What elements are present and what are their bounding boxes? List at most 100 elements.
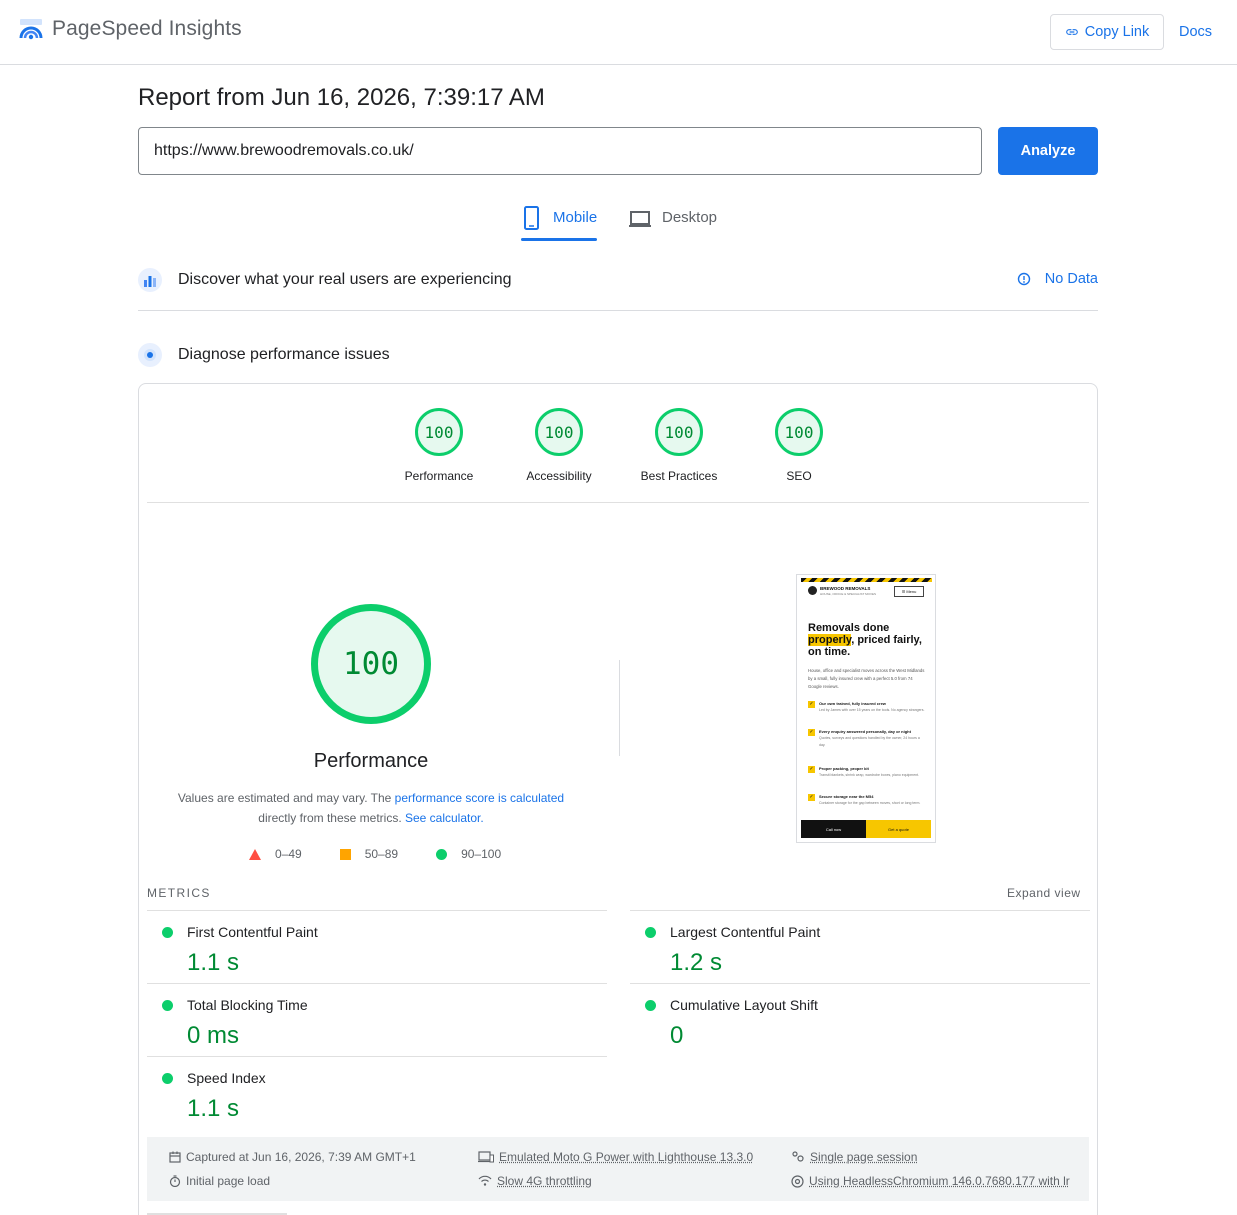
metric-value: 1.1 s — [187, 1095, 239, 1123]
metric-value: 0 ms — [187, 1022, 239, 1050]
headline-part: Removals done — [808, 622, 889, 634]
pagespeed-logo-icon — [18, 16, 44, 42]
pass-circle-icon — [645, 927, 656, 938]
check-icon: ✓ — [808, 766, 815, 773]
browser-version[interactable]: Using HeadlessChromium 146.0.7680.177 wi… — [791, 1174, 1070, 1188]
url-input[interactable] — [138, 127, 982, 175]
legend-range: 90–100 — [461, 847, 501, 861]
expand-view-toggle[interactable]: Expand view — [1007, 886, 1081, 900]
captured-text: Captured at Jun 16, 2026, 7:39 AM GMT+1 — [186, 1150, 416, 1164]
thumb-quote-button: Get a quote — [866, 820, 931, 838]
metric-value: 0 — [670, 1022, 683, 1050]
gauge-label: Performance — [379, 469, 499, 483]
pass-circle-icon — [162, 1000, 173, 1011]
devices-icon — [478, 1151, 494, 1163]
chrome-icon — [791, 1175, 804, 1188]
no-data-status[interactable]: No Data — [1017, 271, 1098, 287]
thumb-headline: Removals done properly, priced fairly, on… — [808, 622, 930, 658]
performance-note: Values are estimated and may vary. The p… — [159, 788, 583, 828]
legend-fail: 0–49 — [249, 847, 302, 861]
info-icon — [1017, 272, 1031, 286]
laptop-icon — [628, 204, 652, 232]
hazard-stripe — [801, 578, 932, 582]
section-divider — [138, 310, 1098, 311]
thumb-intro: House, office and specialist moves acros… — [808, 667, 926, 691]
emulated-device[interactable]: Emulated Moto G Power with Lighthouse 13… — [478, 1150, 753, 1164]
metric-name: First Contentful Paint — [187, 924, 318, 940]
bullet-title: Our own trained, fully insured crew — [819, 701, 886, 706]
check-icon: ✓ — [808, 729, 815, 736]
gauge-label: SEO — [739, 469, 859, 483]
performance-big-gauge: 100 — [311, 604, 431, 724]
triangle-icon — [249, 849, 261, 860]
gauge-performance[interactable]: 100 Performance — [379, 408, 499, 483]
bullet-title: Proper packing, proper kit — [819, 766, 869, 771]
stopwatch-icon — [169, 1175, 181, 1187]
initial-page-load: Initial page load — [169, 1174, 270, 1188]
metric-speed-index: Speed Index 1.1 s — [147, 1057, 607, 1129]
gauge-score: 100 — [775, 408, 823, 456]
analyze-button[interactable]: Analyze — [998, 127, 1098, 175]
session-type[interactable]: Single page session — [791, 1150, 917, 1164]
metric-lcp: Largest Contentful Paint 1.2 s — [630, 911, 1090, 983]
metrics-heading: METRICS — [147, 886, 211, 900]
score-legend: 0–49 50–89 90–100 — [249, 847, 539, 861]
see-calculator-link[interactable]: See calculator. — [405, 811, 484, 825]
gauges-divider — [147, 502, 1089, 503]
gauge-label: Best Practices — [619, 469, 739, 483]
note-text: Values are estimated and may vary. The — [178, 791, 395, 805]
initial-load-text: Initial page load — [186, 1174, 270, 1188]
category-gauges: 100 Performance 100 Accessibility 100 Be… — [139, 384, 1097, 502]
gauge-score: 100 — [655, 408, 703, 456]
lighthouse-icon — [138, 343, 162, 367]
pass-circle-icon — [645, 1000, 656, 1011]
metric-cls: Cumulative Layout Shift 0 — [630, 984, 1090, 1056]
final-screenshot: BREWOOD REMOVALS HOUSE, OFFICE & SPECIAL… — [796, 574, 936, 843]
legend-range: 50–89 — [365, 847, 398, 861]
throttling-text: Slow 4G throttling — [497, 1174, 592, 1188]
bullet-title: Secure storage near the M54 — [819, 794, 873, 799]
thumb-call-button: Call now — [801, 820, 866, 838]
score-calculated-link[interactable]: performance score is calculated — [395, 791, 564, 805]
metric-tbt: Total Blocking Time 0 ms — [147, 984, 607, 1056]
brand[interactable]: PageSpeed Insights — [18, 16, 242, 42]
gauge-score: 100 — [415, 408, 463, 456]
gauge-best-practices[interactable]: 100 Best Practices — [619, 408, 739, 483]
tab-mobile-label: Mobile — [553, 204, 597, 232]
check-icon: ✓ — [808, 794, 815, 801]
field-data-title: Discover what your real users are experi… — [178, 271, 511, 289]
wifi-icon — [478, 1175, 492, 1187]
bullet-desc: Container storage for the gap between mo… — [819, 800, 925, 807]
network-throttling[interactable]: Slow 4G throttling — [478, 1174, 592, 1188]
performance-title: Performance — [259, 750, 483, 773]
runtime-settings: Captured at Jun 16, 2026, 7:39 AM GMT+1 … — [147, 1137, 1089, 1201]
tab-desktop-label: Desktop — [662, 204, 717, 232]
legend-pass: 90–100 — [436, 847, 501, 861]
vertical-separator — [619, 660, 620, 756]
app-title: PageSpeed Insights — [52, 17, 242, 41]
tab-desktop[interactable]: Desktop — [628, 204, 717, 240]
metric-value: 1.1 s — [187, 949, 239, 977]
gauge-seo[interactable]: 100 SEO — [739, 408, 859, 483]
thumb-brand-sub: HOUSE, OFFICE & SPECIALIST MOVES — [820, 592, 876, 596]
gauge-score: 100 — [535, 408, 583, 456]
bullet-desc: Transit blankets, shrink wrap, wardrobe … — [819, 772, 925, 779]
bullet-desc: Quotes, surveys and questions handled by… — [819, 735, 925, 749]
bullet-desc: Led by James with over 15 years on the t… — [819, 707, 925, 714]
copy-link-button[interactable]: Copy Link — [1050, 14, 1164, 50]
tab-mobile[interactable]: Mobile — [521, 204, 597, 240]
metric-fcp: First Contentful Paint 1.1 s — [147, 911, 607, 983]
check-icon: ✓ — [808, 701, 815, 708]
docs-link[interactable]: Docs — [1179, 24, 1212, 40]
calendar-icon — [169, 1151, 181, 1163]
shield-logo-icon — [808, 586, 817, 595]
legend-average: 50–89 — [340, 847, 398, 861]
copy-link-label: Copy Link — [1085, 24, 1149, 40]
device-text: Emulated Moto G Power with Lighthouse 13… — [499, 1150, 753, 1164]
field-data-section: Discover what your real users are experi… — [138, 267, 1098, 293]
gauge-accessibility[interactable]: 100 Accessibility — [499, 408, 619, 483]
circle-icon — [436, 849, 447, 860]
pass-circle-icon — [162, 1073, 173, 1084]
square-icon — [340, 849, 351, 860]
pass-circle-icon — [162, 927, 173, 938]
